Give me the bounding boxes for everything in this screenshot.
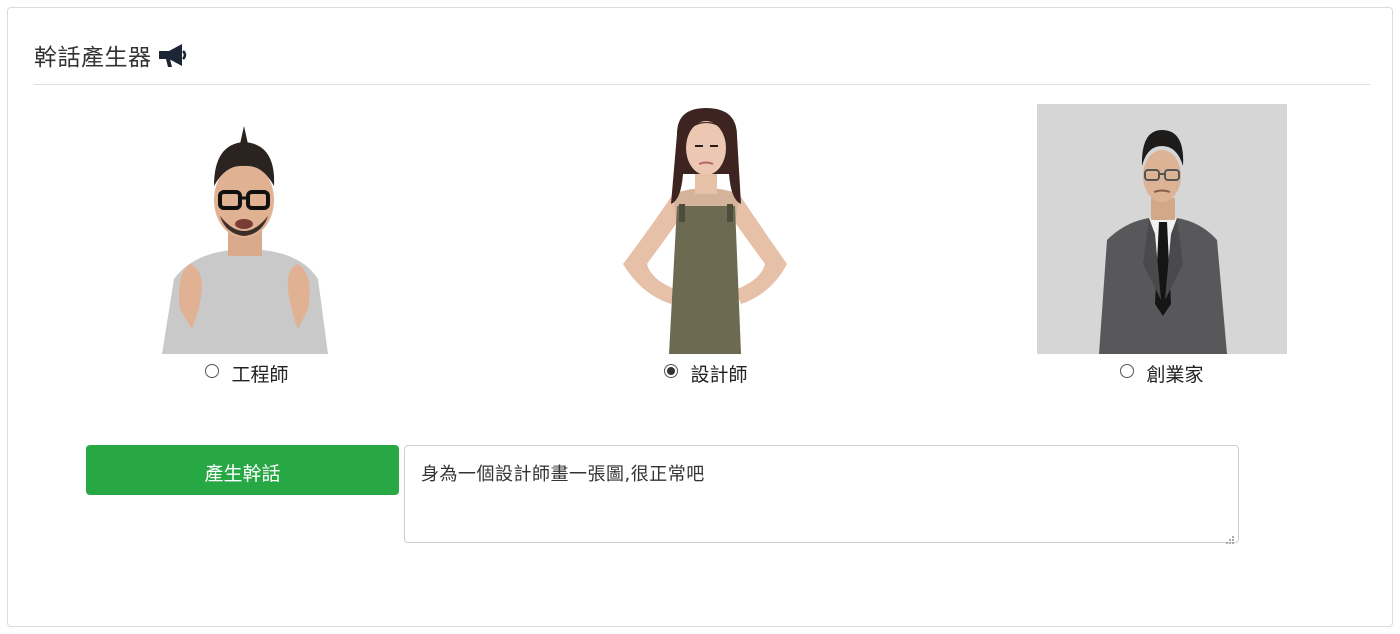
radio-engineer[interactable] <box>205 363 220 378</box>
role-option-designer[interactable]: 設計師 <box>581 104 831 387</box>
role-option-entrepreneur[interactable]: 創業家 <box>1037 104 1287 387</box>
radio-entrepreneur[interactable] <box>1120 363 1135 378</box>
output-text: 身為一個設計師畫一張圖,很正常吧 <box>421 464 705 485</box>
header: 幹話產生器 <box>34 38 188 72</box>
main-card: 幹話產生器 工程師 設計師 創業家 產生幹話 身為一個設計師畫一張圖,很正常吧 <box>7 7 1393 627</box>
designer-photo <box>581 104 831 354</box>
role-option-engineer[interactable]: 工程師 <box>122 104 372 387</box>
engineer-photo <box>122 104 372 354</box>
role-choice[interactable]: 創業家 <box>1037 360 1287 387</box>
page-title: 幹話產生器 <box>34 45 152 71</box>
role-choice[interactable]: 設計師 <box>581 360 831 387</box>
megaphone-icon <box>158 42 188 68</box>
output-textarea[interactable]: 身為一個設計師畫一張圖,很正常吧 <box>404 445 1239 544</box>
role-label-entrepreneur: 創業家 <box>1146 364 1204 386</box>
role-label-engineer: 工程師 <box>231 364 289 386</box>
radio-designer[interactable] <box>664 363 679 378</box>
resize-grip-icon[interactable] <box>1225 529 1235 544</box>
role-choice[interactable]: 工程師 <box>122 360 372 387</box>
generate-button[interactable]: 產生幹話 <box>86 445 399 495</box>
header-divider <box>34 84 1370 85</box>
entrepreneur-photo <box>1037 104 1287 354</box>
role-label-designer: 設計師 <box>690 364 748 386</box>
